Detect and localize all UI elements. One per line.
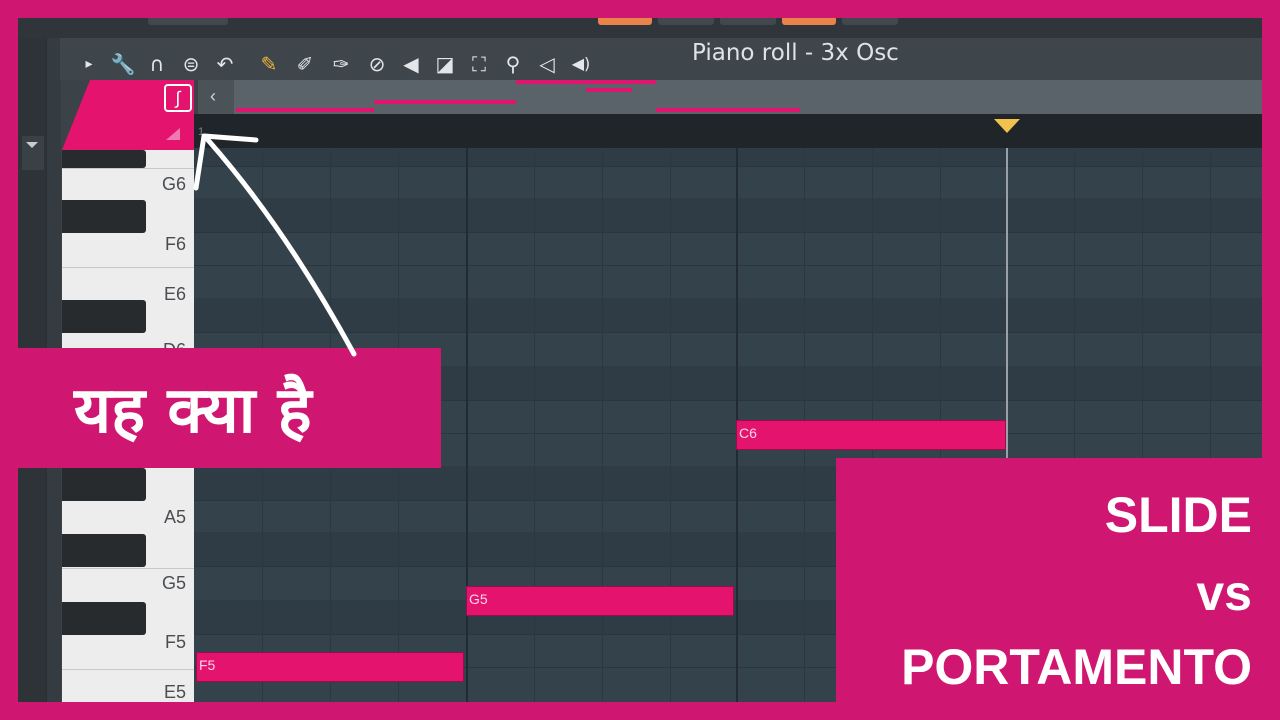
overview-note-line bbox=[656, 108, 800, 112]
chevron-left-icon: ‹ bbox=[210, 86, 216, 106]
beat-marker: 1 bbox=[198, 126, 205, 138]
grid-row bbox=[194, 148, 1262, 166]
undo-icon[interactable]: ↶ bbox=[212, 51, 238, 77]
key-divider bbox=[62, 267, 194, 268]
top-button[interactable] bbox=[658, 18, 714, 25]
black-key[interactable] bbox=[62, 300, 146, 333]
note-g5[interactable]: G5 bbox=[466, 586, 734, 616]
overview-note-line bbox=[516, 80, 656, 84]
top-orange-button[interactable] bbox=[598, 18, 652, 25]
playhead-marker-icon[interactable] bbox=[994, 119, 1020, 133]
black-key[interactable] bbox=[62, 534, 146, 567]
key-label-f6: F6 bbox=[164, 234, 186, 254]
key-label-a5: A5 bbox=[163, 507, 186, 527]
piano-roll-window: ▸ 🔧 ∩ ⊜ ↶ ✎ ✐ ✑ ⊘ ◀ ◪ ⛶ ⚲ ◁ ◀) Piano rol… bbox=[18, 18, 1262, 702]
top-button[interactable] bbox=[842, 18, 898, 25]
select-icon[interactable]: ⛶ bbox=[466, 51, 492, 77]
key-divider bbox=[62, 669, 194, 670]
zoom-icon[interactable]: ⚲ bbox=[500, 51, 526, 77]
playhead-line bbox=[1006, 148, 1008, 462]
overview-note-line bbox=[236, 108, 374, 112]
title-card: SLIDE vs PORTAMENTO bbox=[836, 458, 1262, 702]
top-button[interactable] bbox=[720, 18, 776, 25]
title-line-2: vs bbox=[1196, 565, 1252, 621]
title-line-3: PORTAMENTO bbox=[901, 639, 1252, 695]
pattern-overview-bar[interactable] bbox=[234, 80, 1262, 114]
key-label-f5: F5 bbox=[164, 632, 186, 652]
grid-line bbox=[534, 148, 535, 702]
grid-row bbox=[194, 198, 1262, 232]
pencil-tag-icon[interactable]: ✎ bbox=[256, 51, 282, 77]
black-key[interactable] bbox=[62, 468, 146, 501]
timeline-ruler[interactable] bbox=[194, 114, 1262, 149]
magnet-icon[interactable]: ∩ bbox=[144, 51, 170, 77]
black-key[interactable] bbox=[62, 150, 146, 168]
grid-line bbox=[194, 265, 1262, 266]
menu-circle-icon[interactable]: ⊜ bbox=[178, 51, 204, 77]
speaker-icon[interactable]: ◀) bbox=[568, 51, 594, 77]
grid-line bbox=[602, 148, 603, 702]
question-text: यह क्या है bbox=[74, 374, 312, 448]
key-label-g5: G5 bbox=[161, 573, 186, 593]
delete-icon[interactable]: ⊘ bbox=[364, 51, 390, 77]
wrench-icon[interactable]: 🔧 bbox=[110, 51, 136, 77]
chevron-down-icon[interactable] bbox=[26, 142, 38, 148]
title-line-1: SLIDE bbox=[1104, 487, 1252, 543]
grid-line bbox=[194, 332, 1262, 333]
mute-icon[interactable]: ◀ bbox=[398, 51, 424, 77]
black-key[interactable] bbox=[62, 602, 146, 635]
play-arrow-icon[interactable]: ▸ bbox=[76, 51, 102, 77]
top-toolbar-strip bbox=[18, 18, 1262, 38]
key-divider bbox=[62, 568, 194, 569]
top-button[interactable] bbox=[148, 18, 228, 25]
note-f5[interactable]: F5 bbox=[196, 652, 464, 682]
key-label-g6: G6 bbox=[161, 174, 186, 194]
slide-toggle-icon[interactable]: ∫ bbox=[164, 84, 192, 112]
piano-roll-toolbar: ▸ 🔧 ∩ ⊜ ↶ ✎ ✐ ✑ ⊘ ◀ ◪ ⛶ ⚲ ◁ ◀) bbox=[60, 38, 1262, 80]
overview-scroll-left-button[interactable]: ‹ bbox=[198, 80, 235, 114]
note-c6[interactable]: C6 bbox=[736, 420, 1006, 450]
key-label-e6: E6 bbox=[163, 284, 186, 304]
brush-icon[interactable]: ✐ bbox=[292, 51, 318, 77]
grid-line bbox=[194, 166, 1262, 167]
grid-line bbox=[670, 148, 671, 702]
slice-icon[interactable]: ◪ bbox=[432, 51, 458, 77]
top-orange-button[interactable] bbox=[782, 18, 836, 25]
piano-roll-title[interactable]: Piano roll - 3x Osc bbox=[692, 40, 899, 66]
overview-note-line bbox=[374, 100, 516, 104]
grid-line bbox=[194, 232, 1262, 233]
key-divider bbox=[62, 168, 194, 169]
grid-row bbox=[194, 298, 1262, 332]
bar-line bbox=[466, 148, 468, 702]
key-label-e5: E5 bbox=[163, 682, 186, 702]
playback-icon[interactable]: ◁ bbox=[534, 51, 560, 77]
overview-note-line bbox=[586, 88, 632, 92]
paint-icon[interactable]: ✑ bbox=[328, 51, 354, 77]
black-key[interactable] bbox=[62, 200, 146, 233]
